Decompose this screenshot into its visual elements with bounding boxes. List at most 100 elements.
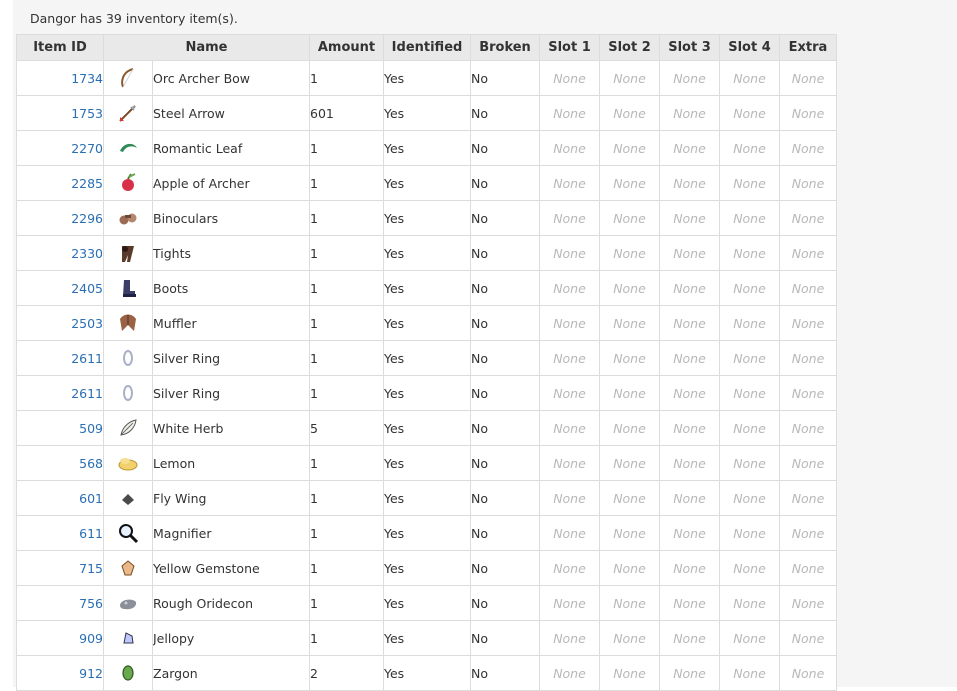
item-extra: None [779, 585, 837, 621]
item-id-link[interactable]: 2296 [71, 211, 102, 226]
item-id-link[interactable]: 601 [79, 491, 102, 506]
item-slot3: None [659, 515, 720, 551]
item-slot1: None [539, 585, 600, 621]
item-slot2: None [599, 130, 660, 166]
item-id-cell: 2405 [16, 270, 104, 306]
item-id-link[interactable]: 2611 [71, 386, 102, 401]
item-extra: None [779, 270, 837, 306]
item-id-link[interactable]: 509 [79, 421, 102, 436]
item-icon-cell [103, 305, 153, 341]
item-id-link[interactable]: 2270 [71, 141, 102, 156]
item-slot3: None [659, 410, 720, 446]
item-amount: 1 [309, 585, 384, 621]
item-broken: No [470, 480, 540, 516]
item-slot2: None [599, 620, 660, 656]
item-icon-cell [103, 585, 153, 621]
zargon-icon [122, 665, 134, 681]
item-name: Orc Archer Bow [152, 60, 310, 96]
item-name: Silver Ring [152, 375, 310, 411]
col-header-slot1[interactable]: Slot 1 [539, 34, 600, 61]
item-slot1: None [539, 375, 600, 411]
item-id-link[interactable]: 2405 [71, 281, 102, 296]
table-row: 611 Magnifier 1 Yes No None None None None None [16, 515, 837, 551]
col-header-item-id[interactable]: Item ID [16, 34, 104, 61]
inventory-summary: Dangor has 39 inventory item(s). [30, 11, 238, 26]
item-extra: None [779, 305, 837, 341]
table-row: 1753 Steel Arrow 601 Yes No None None None None N… [16, 95, 837, 131]
item-slot4: None [719, 200, 780, 236]
col-header-identified[interactable]: Identified [383, 34, 471, 61]
item-amount: 2 [309, 655, 384, 691]
col-header-slot4[interactable]: Slot 4 [719, 34, 780, 61]
apple-icon [122, 173, 136, 191]
item-id-link[interactable]: 912 [79, 666, 102, 681]
item-id-link[interactable]: 756 [79, 596, 102, 611]
item-id-link[interactable]: 2503 [71, 316, 102, 331]
item-name: Binoculars [152, 200, 310, 236]
item-identified: Yes [383, 235, 471, 271]
table-row: 2270 Romantic Leaf 1 Yes No None None None None N… [16, 130, 837, 166]
item-identified: Yes [383, 200, 471, 236]
bow-icon [121, 68, 134, 88]
col-header-broken[interactable]: Broken [470, 34, 540, 61]
item-slot3: None [659, 130, 720, 166]
item-name: Jellopy [152, 620, 310, 656]
boots-icon [123, 280, 136, 297]
item-id-cell: 1753 [16, 95, 104, 131]
item-id-link[interactable]: 2330 [71, 246, 102, 261]
item-slot3: None [659, 550, 720, 586]
item-icon-cell [103, 480, 153, 516]
item-name: Rough Oridecon [152, 585, 310, 621]
item-id-link[interactable]: 2285 [71, 176, 102, 191]
item-id-link[interactable]: 909 [79, 631, 102, 646]
col-header-name[interactable]: Name [103, 34, 310, 61]
item-slot1: None [539, 305, 600, 341]
item-broken: No [470, 515, 540, 551]
item-icon-cell [103, 340, 153, 376]
item-icon-cell [103, 95, 153, 131]
item-id-cell: 509 [16, 410, 104, 446]
wing-icon [122, 494, 134, 505]
item-id-link[interactable]: 568 [79, 456, 102, 471]
item-slot2: None [599, 550, 660, 586]
item-icon-cell [103, 515, 153, 551]
item-id-cell: 912 [16, 655, 104, 691]
col-header-slot2[interactable]: Slot 2 [599, 34, 660, 61]
col-header-slot3[interactable]: Slot 3 [659, 34, 720, 61]
item-broken: No [470, 130, 540, 166]
item-id-link[interactable]: 1753 [71, 106, 102, 121]
item-broken: No [470, 95, 540, 131]
item-slot2: None [599, 445, 660, 481]
item-icon-cell [103, 200, 153, 236]
col-header-extra[interactable]: Extra [779, 34, 837, 61]
item-identified: Yes [383, 340, 471, 376]
item-id-link[interactable]: 715 [79, 561, 102, 576]
item-broken: No [470, 305, 540, 341]
inventory-table: Item ID Name Amount Identified Broken Sl… [16, 34, 837, 691]
item-slot3: None [659, 620, 720, 656]
item-id-cell: 2285 [16, 165, 104, 201]
item-broken: No [470, 165, 540, 201]
item-amount: 1 [309, 480, 384, 516]
item-identified: Yes [383, 550, 471, 586]
item-icon-cell [103, 410, 153, 446]
table-body: 1734 Orc Archer Bow 1 Yes No None None None None… [16, 60, 837, 691]
item-broken: No [470, 340, 540, 376]
table-row: 2330 Tights 1 Yes No None None None None None [16, 235, 837, 271]
item-id-link[interactable]: 1734 [71, 71, 102, 86]
item-extra: None [779, 655, 837, 691]
item-slot4: None [719, 60, 780, 96]
item-amount: 1 [309, 60, 384, 96]
item-slot1: None [539, 445, 600, 481]
item-id-link[interactable]: 2611 [71, 351, 102, 366]
item-broken: No [470, 235, 540, 271]
item-slot3: None [659, 375, 720, 411]
item-slot3: None [659, 480, 720, 516]
item-icon-cell [103, 235, 153, 271]
item-id-link[interactable]: 611 [79, 526, 102, 541]
table-row: 756 Rough Oridecon 1 Yes No None None None None N… [16, 585, 837, 621]
ring-icon [123, 350, 133, 366]
item-slot4: None [719, 130, 780, 166]
col-header-amount[interactable]: Amount [309, 34, 384, 61]
item-slot2: None [599, 235, 660, 271]
